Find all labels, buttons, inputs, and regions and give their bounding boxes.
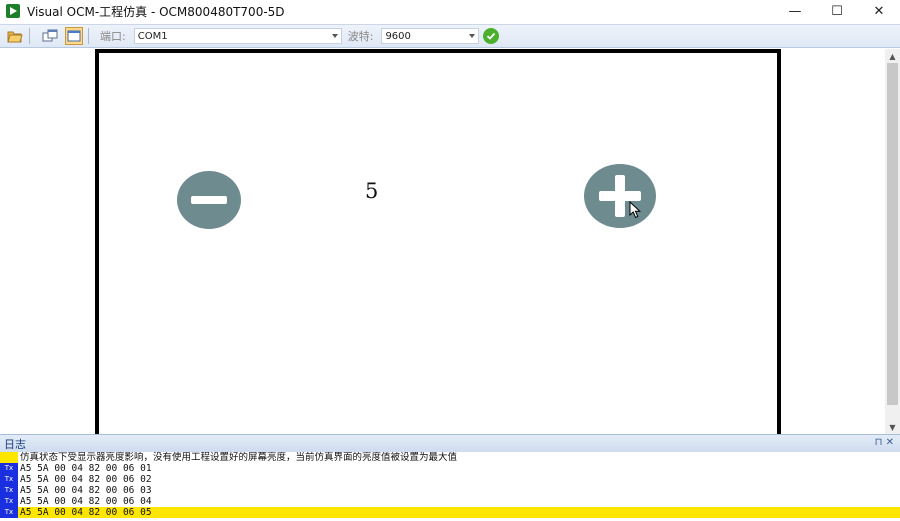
port-value: COM1 [137,30,168,42]
scroll-up-icon[interactable]: ▲ [885,49,900,63]
toolbar: 端口: COM1 波特: 9600 [0,24,900,48]
scroll-thumb[interactable] [887,63,898,405]
log-tag: Tx [0,463,18,474]
log-text: A5 5A 00 04 82 00 06 02 [20,474,152,485]
log-panel-header: 日志 ⊓ ✕ [0,434,900,452]
log-tag: Tx [0,496,18,507]
checkmark-icon [487,32,496,40]
chevron-down-icon [331,34,338,38]
log-line: Tx A5 5A 00 04 82 00 06 01 [0,463,900,474]
simulate-window-icon[interactable] [65,27,83,45]
open-folder-icon[interactable] [6,27,24,45]
port-label: 端口: [100,30,126,43]
log-tag: Tx [0,507,18,518]
windows-icon[interactable] [41,27,59,45]
log-title: 日志 [4,437,26,451]
scroll-down-icon[interactable]: ▼ [885,420,900,434]
minimize-button[interactable]: — [774,0,816,22]
window-title: Visual OCM-工程仿真 - OCM800480T700-5D [27,4,285,19]
log-tag [0,452,18,463]
increase-button[interactable] [584,164,656,228]
log-panel-controls[interactable]: ⊓ ✕ [875,437,894,448]
log-text: A5 5A 00 04 82 00 06 01 [20,463,152,474]
log-text: 仿真状态下受显示器亮度影响，没有使用工程设置好的屏幕亮度，当前仿真界面的亮度值被… [20,452,458,463]
log-tag: Tx [0,474,18,485]
baud-value: 9600 [385,30,411,42]
simulation-area: 5 [0,49,885,434]
toolbar-separator [88,28,89,44]
log-text: A5 5A 00 04 82 00 06 04 [20,496,152,507]
baud-select[interactable]: 9600 [381,28,480,44]
baud-label: 波特: [347,30,374,43]
minus-icon [191,196,227,204]
maximize-button[interactable]: ☐ [816,0,858,22]
log-line: Tx A5 5A 00 04 82 00 06 02 [0,474,900,485]
log-tag: Tx [0,485,18,496]
log-text: A5 5A 00 04 82 00 06 05 [20,507,152,518]
close-button[interactable]: ✕ [858,0,900,22]
app-icon [6,4,20,18]
window-controls: — ☐ ✕ [774,0,900,22]
log-line: Tx A5 5A 00 04 82 00 06 04 [0,496,900,507]
mouse-cursor-icon [629,201,642,219]
toolbar-separator [29,28,30,44]
log-panel: 仿真状态下受显示器亮度影响，没有使用工程设置好的屏幕亮度，当前仿真界面的亮度值被… [0,452,900,521]
vertical-scrollbar[interactable]: ▲ ▼ [885,49,900,434]
port-select[interactable]: COM1 [133,28,342,44]
log-line: Tx A5 5A 00 04 82 00 06 03 [0,485,900,496]
chevron-down-icon [469,34,476,38]
decrease-button[interactable] [177,171,241,229]
title-bar: Visual OCM-工程仿真 - OCM800480T700-5D — ☐ ✕ [0,0,900,22]
value-display: 5 [365,179,379,203]
log-text: A5 5A 00 04 82 00 06 03 [20,485,152,496]
log-line-selected: Tx A5 5A 00 04 82 00 06 05 [0,507,900,518]
device-screen: 5 [95,49,781,434]
log-line: 仿真状态下受显示器亮度影响，没有使用工程设置好的屏幕亮度，当前仿真界面的亮度值被… [0,452,900,463]
connect-button[interactable] [483,28,500,44]
